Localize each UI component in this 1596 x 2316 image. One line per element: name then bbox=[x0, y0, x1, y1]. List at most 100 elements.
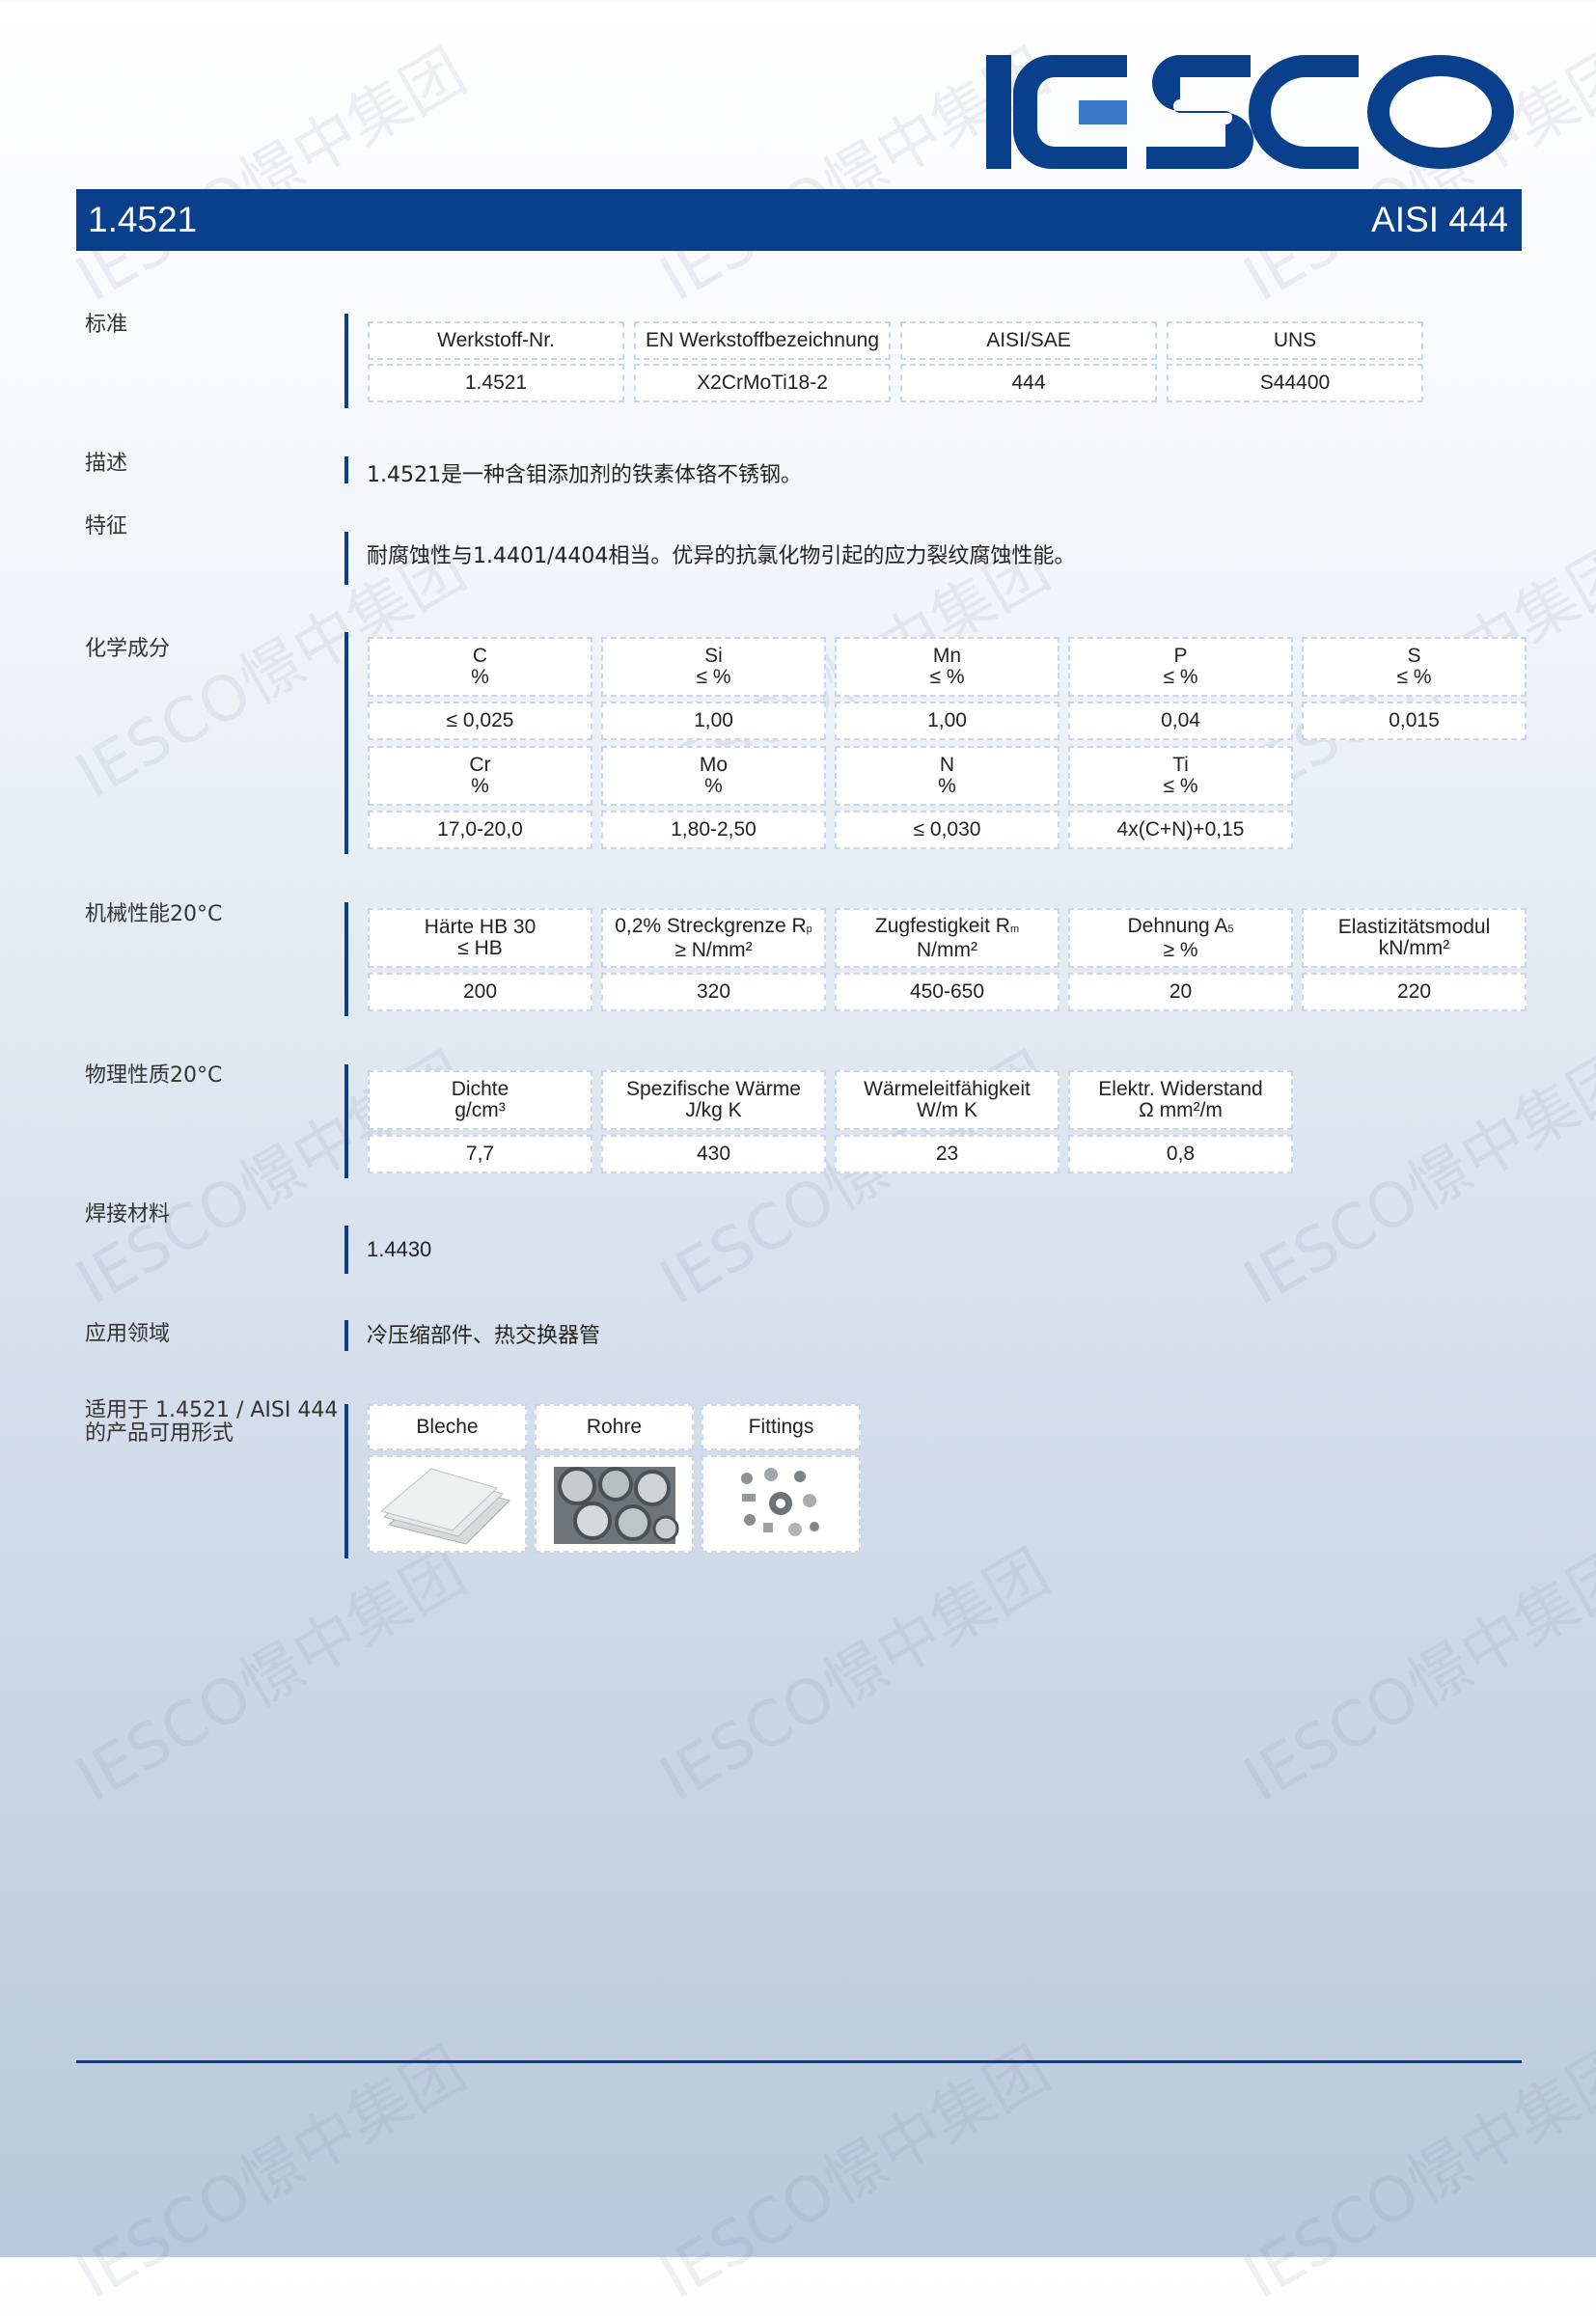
std-value-werkstoff: 1.4521 bbox=[368, 364, 624, 402]
chem-header-c: C% bbox=[368, 637, 592, 697]
section-bar bbox=[344, 1404, 348, 1558]
std-header-aisi: AISI/SAE bbox=[900, 321, 1157, 360]
element-unit: % bbox=[471, 775, 489, 797]
chem-header-si: Si ≤ % bbox=[601, 637, 826, 697]
property-unit: N/mm² bbox=[917, 938, 977, 961]
property-name-line: Härte HB 30 bbox=[425, 917, 537, 938]
section-bar bbox=[344, 532, 348, 585]
phys-value-3: 0,8 bbox=[1068, 1135, 1293, 1173]
iesco-logo bbox=[986, 55, 1514, 169]
property-name-line: Zugfestigkeit Rm bbox=[874, 914, 1019, 940]
mech-value-2: 450-650 bbox=[835, 973, 1059, 1011]
property-name: 0,2% Streckgrenze R bbox=[615, 914, 807, 937]
chem-value-si: 1,00 bbox=[601, 702, 826, 740]
mech-header-0: Härte HB 30 ≤ HB bbox=[368, 908, 592, 968]
chem-value-p: 0,04 bbox=[1068, 702, 1293, 740]
property-name: Elastizitätsmodul bbox=[1337, 916, 1491, 938]
chem-header-s: S ≤ % bbox=[1302, 637, 1527, 697]
chem-value-mn: 1,00 bbox=[835, 702, 1059, 740]
welding-label: 焊接材料 bbox=[85, 1202, 171, 1227]
element-symbol: Mn bbox=[932, 645, 962, 667]
phys-header-text: Elektr. Widerstand Ω mm²/m bbox=[1098, 1079, 1262, 1121]
element-unit: ≤ % bbox=[929, 666, 965, 688]
element-symbol: C bbox=[472, 645, 488, 667]
mech-header-text: Elastizitätsmodul kN/mm² bbox=[1338, 917, 1491, 959]
phys-header-text: Spezifische Wärme J/kg K bbox=[626, 1079, 801, 1121]
property-name-line: Dehnung A5 bbox=[1127, 914, 1233, 940]
watermark: IESCO憬中集团 bbox=[1232, 2033, 1596, 2314]
element-symbol: Mo bbox=[699, 754, 729, 776]
phys-header-1: Spezifische Wärme J/kg K bbox=[601, 1070, 826, 1130]
property-name: Dehnung A bbox=[1127, 914, 1228, 937]
chem-value-mo: 1,80-2,50 bbox=[601, 811, 826, 849]
chem-header-text: Si ≤ % bbox=[696, 646, 730, 688]
property-name: Härte HB 30 bbox=[424, 916, 537, 938]
property-unit: Ω mm²/m bbox=[1139, 1099, 1223, 1121]
phys-value-0: 7,7 bbox=[368, 1135, 592, 1173]
mech-value-1: 320 bbox=[601, 973, 826, 1011]
chem-header-text: S ≤ % bbox=[1396, 646, 1431, 688]
phys-header-3: Elektr. Widerstand Ω mm²/m bbox=[1068, 1070, 1293, 1130]
property-unit: J/kg K bbox=[685, 1099, 742, 1121]
std-value-en: X2CrMoTi18-2 bbox=[634, 364, 891, 402]
std-header-uns: UNS bbox=[1167, 321, 1423, 360]
mech-header-2: Zugfestigkeit Rm N/mm² bbox=[835, 908, 1059, 968]
chem-header-text: Mn ≤ % bbox=[929, 646, 964, 688]
watermark: IESCO憬中集团 bbox=[648, 2033, 1062, 2314]
description-text: 1.4521是一种含钼添加剂的铁素体铬不锈钢。 bbox=[367, 463, 802, 487]
chemical-label: 化学成分 bbox=[85, 637, 171, 661]
property-name: Dichte bbox=[451, 1078, 509, 1100]
form-header-fittings: Fittings bbox=[702, 1404, 861, 1450]
chem-header-text: Mo% bbox=[700, 755, 728, 797]
phys-header-text: Wärmeleitfähigkeit W/m K bbox=[864, 1079, 1031, 1121]
chem-value-c: ≤ 0,025 bbox=[368, 702, 592, 740]
std-header-werkstoff: Werkstoff-Nr. bbox=[368, 321, 624, 360]
section-bar bbox=[344, 1320, 348, 1351]
mech-header-4: Elastizitätsmodul kN/mm² bbox=[1302, 908, 1527, 968]
property-unit: g/cm³ bbox=[454, 1099, 506, 1121]
forms-label-line1: 适用于 1.4521 / AISI 444 bbox=[85, 1398, 339, 1422]
element-unit: ≤ % bbox=[1396, 666, 1432, 688]
mechanical-label: 机械性能20°C bbox=[85, 902, 223, 926]
mech-header-text: 0,2% Streckgrenze Rp ≥ N/mm² bbox=[615, 914, 812, 961]
element-symbol: Ti bbox=[1172, 754, 1189, 776]
mech-value-0: 200 bbox=[368, 973, 592, 1011]
features-label: 特征 bbox=[85, 514, 128, 538]
aisi-title: AISI 444 bbox=[1371, 200, 1508, 239]
phys-value-2: 23 bbox=[835, 1135, 1059, 1173]
property-name-line: 0,2% Streckgrenze Rp bbox=[615, 914, 812, 940]
element-unit: % bbox=[471, 666, 489, 688]
section-bar bbox=[344, 1226, 348, 1274]
chem-header-text: Cr% bbox=[469, 755, 490, 797]
element-symbol: P bbox=[1173, 645, 1188, 667]
property-unit: ≥ N/mm² bbox=[674, 938, 753, 961]
property-name: Spezifische Wärme bbox=[626, 1078, 801, 1100]
property-unit: W/m K bbox=[916, 1099, 977, 1121]
section-bar bbox=[344, 456, 348, 483]
watermark: IESCO憬中集团 bbox=[65, 1536, 479, 1817]
watermark: IESCO憬中集团 bbox=[648, 1536, 1062, 1817]
phys-header-2: Wärmeleitfähigkeit W/m K bbox=[835, 1070, 1059, 1130]
phys-header-text: Dichte g/cm³ bbox=[452, 1079, 509, 1121]
description-label: 描述 bbox=[85, 452, 128, 476]
chem-header-mo: Mo% bbox=[601, 746, 826, 806]
property-unit: kN/mm² bbox=[1378, 937, 1450, 959]
std-value-uns: S44400 bbox=[1167, 364, 1423, 402]
watermark: IESCO憬中集团 bbox=[65, 2033, 479, 2314]
property-name: Elektr. Widerstand bbox=[1098, 1078, 1263, 1100]
title-bar: 1.4521 AISI 444 bbox=[76, 189, 1522, 251]
mech-value-4: 220 bbox=[1302, 973, 1527, 1011]
chem-header-mn: Mn ≤ % bbox=[835, 637, 1059, 697]
section-bar bbox=[344, 314, 348, 408]
material-number-title: 1.4521 bbox=[88, 200, 198, 239]
mech-header-text: Dehnung A5 ≥ % bbox=[1127, 914, 1233, 961]
application-text: 冷压缩部件、热交换器管 bbox=[367, 1324, 601, 1348]
element-symbol: Cr bbox=[469, 754, 491, 776]
mech-header-text: Zugfestigkeit Rm N/mm² bbox=[874, 914, 1019, 961]
property-name: Zugfestigkeit R bbox=[874, 914, 1010, 937]
chem-value-ti: 4x(C+N)+0,15 bbox=[1068, 811, 1293, 849]
property-unit: ≥ % bbox=[1163, 938, 1198, 961]
watermark: IESCO憬中集团 bbox=[1232, 1536, 1596, 1817]
element-symbol: Si bbox=[704, 645, 723, 667]
section-bar bbox=[344, 1064, 348, 1178]
